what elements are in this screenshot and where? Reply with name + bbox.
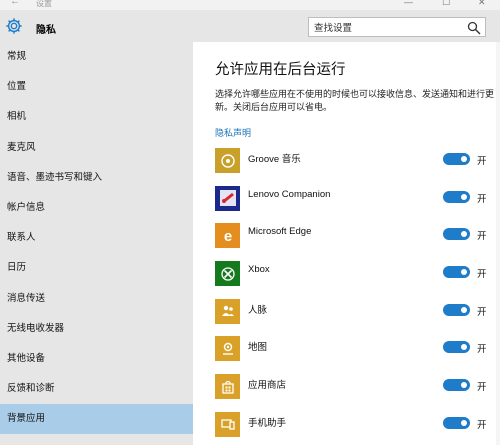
sidebar-title: 隐私 [36,25,56,36]
sidebar-item-microphone[interactable]: 麦克风 [0,133,193,163]
app-row-edge: e Microsoft Edge 开 [215,220,500,258]
toggle-switch[interactable] [443,266,470,279]
sidebar: 隐私 常规 位置 相机 麦克风 语音、墨迹书写和键入 帐户信息 联系人 日历 消… [0,10,193,445]
search-box[interactable] [308,17,486,38]
toggle-switch[interactable] [443,303,470,316]
app-row-groove: Groove 音乐 开 [215,145,500,183]
toggle-state: 开 [477,156,487,167]
sidebar-item-speech-inking[interactable]: 语音、墨迹书写和键入 [0,163,193,193]
header-bar [193,10,500,42]
sidebar-item-messaging[interactable]: 消息传送 [0,284,193,314]
minimize-button[interactable]: — [404,0,413,7]
toggle-switch[interactable] [443,416,470,429]
window-titlebar: ← 设置 — ☐ ✕ [0,0,500,10]
app-row-xbox: Xbox 开 [215,258,500,296]
sidebar-item-camera[interactable]: 相机 [0,102,193,132]
app-name: 应用商店 [248,380,287,392]
toggle-state: 开 [477,231,487,243]
sidebar-item-background-apps[interactable]: 背景应用 [0,404,193,435]
search-icon[interactable] [467,21,481,35]
sidebar-item-feedback[interactable]: 反馈和诊断 [0,374,193,404]
maps-icon [215,336,240,362]
svg-text:e: e [223,228,231,244]
sidebar-nav: 常规 位置 相机 麦克风 语音、墨迹书写和键入 帐户信息 联系人 日历 消息传送… [0,42,193,435]
lenovo-companion-icon [215,185,240,211]
sidebar-item-account-info[interactable]: 帐户信息 [0,193,193,223]
main-content: 允许应用在后台运行 选择允许哪些应用在不使用的时候也可以接收信息、发送通知和进行… [193,42,500,445]
app-row-phone-companion: 手机助手 开 [215,409,500,445]
app-name: 人脉 [248,304,268,316]
toggle-state: 开 [477,306,487,318]
toggle-switch[interactable] [443,379,470,392]
app-row-lenovo: Lenovo Companion 开 [215,183,500,221]
toggle-switch[interactable] [443,153,470,165]
sidebar-item-location[interactable]: 位置 [0,72,193,102]
app-name: Lenovo Companion [248,188,331,200]
sidebar-header: 隐私 [0,10,193,42]
toggle-switch[interactable] [443,190,470,203]
close-button[interactable]: ✕ [478,0,486,8]
privacy-statement-link[interactable]: 隐私声明 [215,126,251,139]
toggle-switch[interactable] [443,228,470,241]
maximize-button[interactable]: ☐ [442,0,450,8]
toggle-state: 开 [477,269,487,281]
app-row-people: 人脉 开 [215,296,500,334]
edge-icon: e [215,223,240,249]
sidebar-item-other-devices[interactable]: 其他设备 [0,344,193,374]
store-icon [215,374,240,400]
back-arrow-icon[interactable]: ← [10,0,20,7]
app-row-store: 应用商店 开 [215,371,500,409]
xbox-icon [215,261,240,287]
people-icon [215,298,240,324]
phone-companion-icon [215,411,240,437]
sidebar-item-contacts[interactable]: 联系人 [0,223,193,253]
app-list: Groove 音乐 开 Lenovo Companion 开 e Microso… [215,145,500,445]
toggle-state: 开 [477,382,487,394]
search-input[interactable] [309,19,459,38]
scrollbar[interactable] [496,42,500,445]
app-name: 手机助手 [248,417,287,429]
groove-music-icon [215,148,240,173]
toggle-state: 开 [477,344,487,356]
toggle-switch[interactable] [443,341,470,354]
gear-icon [6,18,22,34]
app-name: 地图 [248,342,268,354]
app-name: Microsoft Edge [248,226,312,238]
page-title: 允许应用在后台运行 [215,62,346,78]
window-title: 设置 [36,0,52,8]
sidebar-item-general[interactable]: 常规 [0,42,193,72]
sidebar-item-calendar[interactable]: 日历 [0,253,193,283]
toggle-state: 开 [477,193,487,205]
sidebar-item-radios[interactable]: 无线电收发器 [0,314,193,344]
app-name: Groove 音乐 [248,154,301,165]
app-row-maps: 地图 开 [215,333,500,371]
app-name: Xbox [248,264,270,276]
page-description: 选择允许哪些应用在不使用的时候也可以接收信息、发送通知和进行更新。关闭后台应用可… [215,89,495,112]
toggle-state: 开 [477,419,487,431]
